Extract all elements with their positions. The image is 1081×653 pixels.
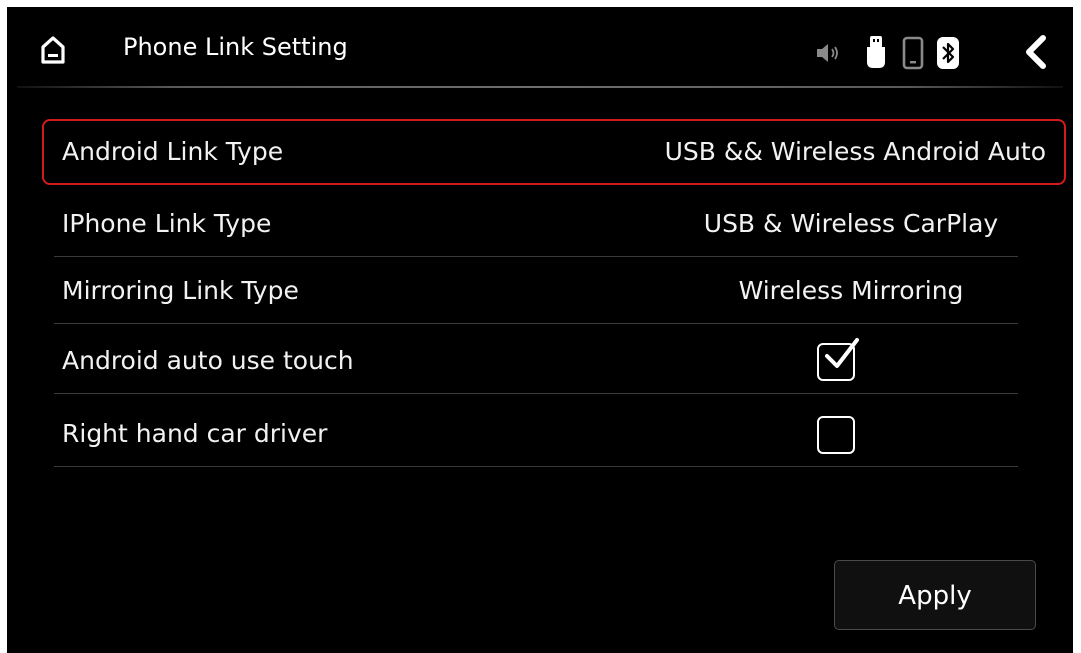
home-icon[interactable] [40, 35, 66, 65]
setting-value: Wireless Mirroring [738, 276, 964, 305]
header-bar: Phone Link Setting [7, 7, 1073, 89]
setting-row-iphone-link-type[interactable]: IPhone Link Type USB & Wireless CarPlay [42, 191, 1066, 257]
checkmark-icon [825, 338, 859, 368]
setting-row-right-hand-car-driver[interactable]: Right hand car driver [42, 401, 1066, 467]
screen: Phone Link Setting Android Link Type USB… [7, 7, 1073, 653]
header-divider [17, 86, 1063, 88]
setting-value: USB && Wireless Android Auto [664, 137, 1046, 166]
setting-label: Mirroring Link Type [62, 276, 299, 305]
setting-label: Right hand car driver [62, 419, 328, 448]
row-divider [54, 256, 1018, 257]
page-title: Phone Link Setting [123, 33, 348, 61]
setting-row-android-auto-use-touch[interactable]: Android auto use touch [42, 328, 1066, 394]
setting-value: USB & Wireless CarPlay [703, 209, 999, 238]
setting-label: IPhone Link Type [62, 209, 272, 238]
setting-label: Android Link Type [62, 137, 284, 166]
apply-button[interactable]: Apply [834, 560, 1036, 630]
setting-row-android-link-type[interactable]: Android Link Type USB && Wireless Androi… [42, 119, 1066, 185]
usb-icon [867, 36, 885, 68]
setting-label: Android auto use touch [62, 346, 354, 375]
volume-icon [817, 44, 838, 62]
back-icon[interactable] [1021, 34, 1051, 70]
android-auto-touch-checkbox[interactable] [817, 338, 859, 381]
phone-icon [902, 36, 924, 70]
row-divider [54, 466, 1018, 467]
bluetooth-icon [937, 37, 959, 69]
row-divider [54, 393, 1018, 394]
setting-row-mirroring-link-type[interactable]: Mirroring Link Type Wireless Mirroring [42, 258, 1066, 324]
row-divider [54, 323, 1018, 324]
right-hand-driver-checkbox[interactable] [817, 416, 855, 454]
